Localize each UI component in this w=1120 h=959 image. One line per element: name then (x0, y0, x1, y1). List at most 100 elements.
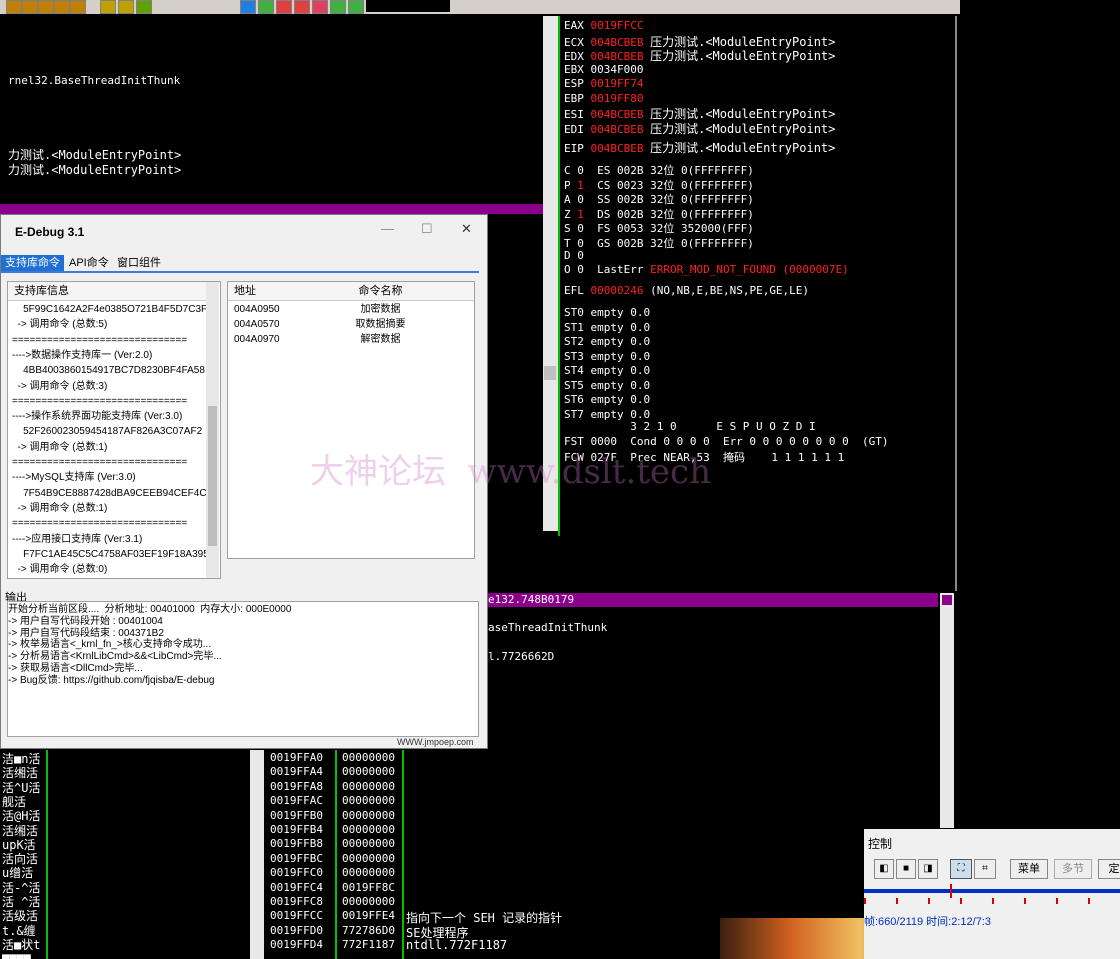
scroll-up-icon[interactable] (942, 595, 952, 605)
command-address: 004A0950 (234, 304, 280, 315)
command-row[interactable]: 004A0570 取数据摘要 (228, 317, 474, 332)
menu-button[interactable]: 菜单 (1010, 859, 1048, 879)
toolbar-button[interactable] (22, 0, 38, 14)
toolbar-button[interactable] (70, 0, 86, 14)
register-ebx[interactable]: EBX 0034F000 (564, 62, 650, 76)
command-address: 004A0570 (234, 319, 280, 330)
footer-link[interactable]: WWW.jmpoep.com (397, 737, 474, 747)
toolbar-button[interactable] (312, 0, 328, 14)
toolbar-button[interactable] (118, 0, 134, 14)
toolbar-button[interactable] (6, 0, 22, 14)
fpu-status-header[interactable]: 3 2 1 0 E S P U O Z D I (564, 420, 815, 433)
pane-header-bar: e132.748B0179 (488, 593, 938, 607)
seek-bar[interactable] (864, 889, 1120, 893)
stack-value: 0019FF8C (342, 880, 395, 894)
fpu-register[interactable]: ST2 empty 0.0 (564, 335, 650, 348)
next-frame-icon[interactable]: ◨ (918, 859, 938, 879)
toolbar-button[interactable] (38, 0, 54, 14)
toolbar-button[interactable] (258, 0, 274, 14)
library-row[interactable]: 4BB4003860154917BC7D8230BF4FA58 (12, 363, 205, 378)
fpu-register[interactable]: ST4 empty 0.0 (564, 364, 650, 377)
toolbar-button[interactable] (240, 0, 256, 14)
library-row[interactable]: ============================== (12, 333, 187, 348)
fpu-register[interactable]: ST6 empty 0.0 (564, 393, 650, 406)
fpu-register[interactable]: ST0 empty 0.0 (564, 306, 650, 319)
command-row[interactable]: 004A0970 解密数据 (228, 332, 474, 347)
library-scrollbar[interactable] (206, 282, 219, 578)
library-row[interactable]: -> 调用命令 (总数:1) (12, 440, 108, 455)
register-eip[interactable]: EIP 004BCBEB 压力测试.<ModuleEntryPoint> (564, 139, 835, 156)
toolbar-button[interactable] (348, 0, 364, 14)
last-error[interactable]: O 0 LastErr ERROR_MOD_NOT_FOUND (0000007… (564, 263, 849, 276)
library-row[interactable]: ============================== (12, 455, 187, 470)
more-button[interactable]: 定 (1098, 859, 1120, 879)
fpu-register[interactable]: ST5 empty 0.0 (564, 379, 650, 392)
register-esp[interactable]: ESP 0019FF74 (564, 76, 650, 90)
disassembly-pane[interactable]: rnel32.BaseThreadInitThunk 力测试.<ModuleEn… (0, 16, 545, 204)
tab-api-commands[interactable]: API命令 (65, 255, 113, 271)
prev-frame-icon[interactable]: ◧ (874, 859, 894, 879)
stack-address: 0019FFAC (270, 794, 323, 808)
toolbar-button[interactable] (54, 0, 70, 14)
register-eax[interactable]: EAX 0019FFCC (564, 18, 650, 32)
toolbar-button[interactable] (330, 0, 346, 14)
library-row[interactable]: -> 调用命令 (总数:5) (12, 317, 108, 332)
minimize-icon[interactable]: — (381, 221, 394, 236)
fpu-register[interactable]: ST1 empty 0.0 (564, 321, 650, 334)
library-row[interactable]: -> 调用命令 (总数:1) (12, 501, 108, 516)
stack-value: 772F1187 (342, 938, 395, 952)
toolbar-button[interactable] (294, 0, 310, 14)
library-row[interactable]: ---->MySQL支持库 (Ver:3.0) (12, 470, 136, 485)
stack-scrollbar[interactable] (250, 750, 264, 959)
toolbar-button[interactable] (276, 0, 292, 14)
fpu-register[interactable]: ST3 empty 0.0 (564, 350, 650, 363)
library-row[interactable]: 7F54B9CE8887428dBA9CEEB94CEF4C7 (12, 486, 206, 501)
register-edi[interactable]: EDI 004BCBEB 压力测试.<ModuleEntryPoint> (564, 120, 835, 137)
chapter-button[interactable]: 多节 (1054, 859, 1092, 879)
fpu-register[interactable]: ST7 empty 0.0 (564, 408, 650, 421)
disasm-line[interactable]: rnel32.BaseThreadInitThunk (8, 74, 180, 87)
seek-marker[interactable] (950, 884, 952, 898)
stack-info-line[interactable]: aseThreadInitThunk (488, 621, 607, 634)
memory-dump[interactable]: 洁■n活 活缃活 活^U活 舰活 活@H活 活缃活 upK活 活向活 u缯活 活-^活活 ^活 活级… (0, 750, 46, 959)
fit-icon[interactable]: ⌗ (974, 859, 996, 879)
toolbar-button[interactable] (100, 0, 116, 14)
stack-address: 0019FFD0 (270, 923, 323, 937)
flag-segment-row[interactable]: D 0 (564, 249, 597, 262)
column-command-name[interactable]: 命令名称 (287, 282, 474, 301)
close-icon[interactable]: ✕ (461, 221, 472, 237)
scrollbar-thumb[interactable] (544, 366, 556, 380)
stack-info-line[interactable]: l.7726662D (488, 650, 554, 663)
help-icon[interactable] (136, 0, 152, 14)
command-table[interactable]: 地址 命令名称 004A0950 加密数据 004A0570 取数据摘要 004A097… (227, 281, 475, 559)
library-row[interactable]: ---->数据操作支持库一 (Ver:2.0) (12, 348, 152, 363)
library-row[interactable]: -> 调用命令 (总数:0) (12, 562, 108, 577)
library-row[interactable]: F7FC1AE45C5C4758AF03EF19F18A395 (12, 547, 206, 562)
library-row[interactable]: ============================== (12, 516, 187, 531)
library-row[interactable]: 52F260023059454187AF826A3C07AF2 (12, 424, 202, 439)
stack-value: 00000000 (342, 823, 395, 836)
column-address[interactable]: 地址 (228, 282, 293, 301)
library-row[interactable]: -> 调用命令 (总数:3) (12, 379, 108, 394)
library-list[interactable]: 支持库信息 5F99C1642A2F4e0385O721B4F5D7C3F ->… (7, 281, 221, 579)
tab-window-components[interactable]: 窗口组件 (113, 255, 165, 271)
pane-scrollbar[interactable] (940, 593, 954, 828)
fullscreen-icon[interactable]: ⛶ (950, 859, 972, 879)
disasm-line[interactable]: 力测试.<ModuleEntryPoint> (8, 161, 181, 178)
dump-line[interactable]: ■■■■ (2, 950, 31, 959)
library-row[interactable]: ============================== (12, 394, 187, 409)
scrollbar-thumb[interactable] (208, 406, 217, 546)
eflags[interactable]: EFL 00000246 (NO,NB,E,BE,NS,PE,GE,LE) (564, 284, 809, 297)
register-ebp[interactable]: EBP 0019FF80 (564, 91, 650, 105)
library-row[interactable]: 5F99C1642A2F4e0385O721B4F5D7C3F (12, 302, 206, 317)
library-row[interactable]: ---->操作系统界面功能支持库 (Ver:3.0) (12, 409, 182, 424)
registers-pane[interactable]: EAX 0019FFCC ECX 004BCBEB 压力测试.<ModuleEn… (560, 16, 955, 591)
output-log[interactable]: 开始分析当前区段.... 分析地址: 00401000 内存大小: 000E00… (7, 601, 479, 737)
library-row[interactable]: ---->应用接口支持库 (Ver:3.1) (12, 532, 142, 547)
command-row[interactable]: 004A0950 加密数据 (228, 302, 474, 317)
maximize-icon[interactable]: ☐ (421, 221, 433, 237)
toolbar-strip (366, 0, 450, 12)
library-list-header[interactable]: 支持库信息 (8, 282, 210, 301)
tab-library-commands[interactable]: 支持库命令 (1, 255, 64, 271)
stop-icon[interactable]: ■ (896, 859, 916, 879)
